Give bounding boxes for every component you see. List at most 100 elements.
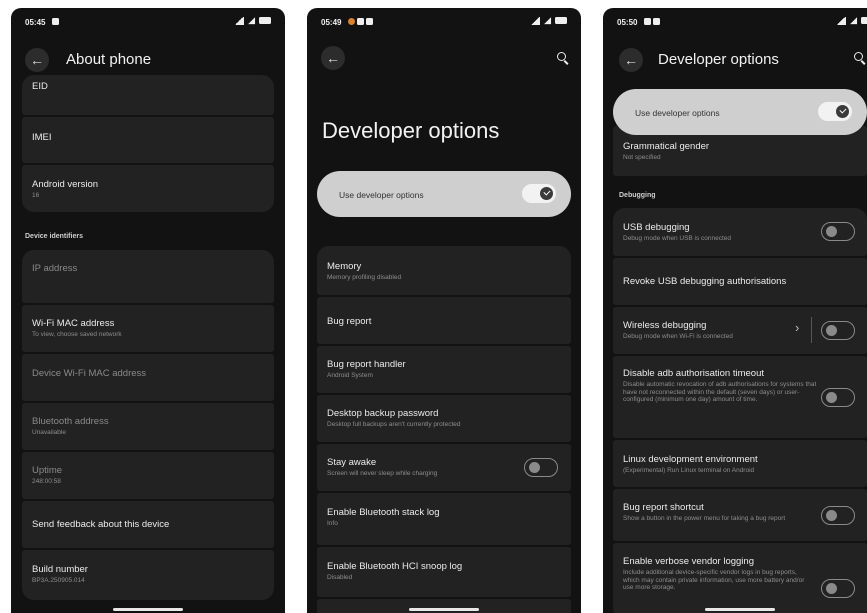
list-item-verbose-vendor-logging[interactable]: Enable verbose vendor logging Include ad… xyxy=(613,543,867,613)
item-title: Memory xyxy=(327,261,362,272)
notification-icon xyxy=(357,18,364,25)
use-developer-options-row[interactable]: Use developer options xyxy=(317,171,571,217)
list-item-uptime[interactable]: Uptime 248:00:58 xyxy=(22,452,274,499)
list-item-bluetooth-stack-log[interactable]: Enable Bluetooth stack log Info xyxy=(317,493,571,545)
home-indicator[interactable] xyxy=(113,608,183,611)
wireless-debugging-toggle-switch[interactable] xyxy=(821,321,855,340)
list-item-send-feedback[interactable]: Send feedback about this device xyxy=(22,501,274,548)
status-time: 05:45 xyxy=(25,18,46,27)
list-item-revoke-usb-authorisations[interactable]: Revoke USB debugging authorisations xyxy=(613,258,867,305)
signal-icon xyxy=(234,16,245,25)
item-title: Send feedback about this device xyxy=(32,519,170,530)
home-indicator[interactable] xyxy=(409,608,479,611)
list-item-usb-debugging[interactable]: USB debugging Debug mode when USB is con… xyxy=(613,208,867,256)
item-title: Wi-Fi MAC address xyxy=(32,318,115,329)
item-subtitle: BP3A.250905.014 xyxy=(32,577,85,584)
item-title: Bug report shortcut xyxy=(623,502,704,513)
back-arrow-icon[interactable]: ← xyxy=(619,48,643,72)
page-title: About phone xyxy=(66,51,152,68)
signal-icon xyxy=(836,16,847,25)
item-subtitle: Android System xyxy=(327,372,373,379)
battery-icon xyxy=(861,17,867,24)
use-developer-options-row[interactable]: Use developer options xyxy=(613,89,867,135)
list-item-linux-development-environment[interactable]: Linux development environment (Experimen… xyxy=(613,440,867,487)
item-subtitle: Not specified xyxy=(623,154,661,161)
stay-awake-toggle-switch[interactable] xyxy=(524,458,558,477)
item-title: Bug report xyxy=(327,316,372,327)
master-switch-label: Use developer options xyxy=(339,190,424,200)
item-subtitle: Disabled xyxy=(327,574,353,581)
list-item-android-version[interactable]: Android version 16 xyxy=(22,165,274,212)
notification-icons xyxy=(644,18,660,25)
item-subtitle: (Experimental) Run Linux terminal on And… xyxy=(623,467,755,474)
x-icon xyxy=(826,392,837,403)
list-item-wireless-debugging[interactable]: Wireless debugging Debug mode when Wi-Fi… xyxy=(613,307,867,354)
item-subtitle: Info xyxy=(327,520,338,527)
status-bar: 05:45 ◢ xyxy=(11,8,285,36)
list-item-desktop-backup-password[interactable]: Desktop backup password Desktop full bac… xyxy=(317,395,571,442)
master-toggle-switch[interactable] xyxy=(818,102,852,121)
item-title: Disable adb authorisation timeout xyxy=(623,368,765,379)
list-item-imei[interactable]: IMEI xyxy=(22,117,274,163)
chevron-right-icon[interactable]: › xyxy=(795,320,799,335)
list-item-memory[interactable]: Memory Memory profiling disabled xyxy=(317,246,571,295)
list-item-device-wifi-mac[interactable]: Device Wi-Fi MAC address xyxy=(22,354,274,401)
list-item-bluetooth-address[interactable]: Bluetooth address Unavailable xyxy=(22,403,274,450)
notification-icon xyxy=(52,18,59,25)
list-item-bug-report-shortcut[interactable]: Bug report shortcut Show a button in the… xyxy=(613,489,867,541)
disable-adb-timeout-toggle-switch[interactable] xyxy=(821,388,855,407)
notification-icon xyxy=(348,18,355,25)
item-title: Device Wi-Fi MAC address xyxy=(32,368,147,379)
notification-icons xyxy=(52,18,59,25)
list-item-build-number[interactable]: Build number BP3A.250905.014 xyxy=(22,550,274,600)
item-subtitle: Include additional device-specific vendo… xyxy=(623,569,805,591)
page-title: Developer options xyxy=(658,51,779,68)
list-item-eid[interactable]: EID xyxy=(22,75,274,115)
divider xyxy=(811,317,812,343)
back-arrow-icon[interactable]: ← xyxy=(321,46,345,70)
notification-icons xyxy=(348,18,373,25)
item-subtitle: 16 xyxy=(32,192,40,199)
item-subtitle: Memory profiling disabled xyxy=(327,274,402,281)
usb-debugging-toggle-switch[interactable] xyxy=(821,222,855,241)
item-subtitle: To view, choose saved network xyxy=(32,331,122,338)
status-bar: 05:50 ◢ xyxy=(603,8,867,36)
item-title: Build number xyxy=(32,564,88,575)
home-indicator[interactable] xyxy=(705,608,775,611)
item-title: Android version xyxy=(32,179,99,190)
section-header-device-identifiers: Device identifiers xyxy=(25,233,83,240)
list-item-bug-report-handler[interactable]: Bug report handler Android System xyxy=(317,346,571,393)
list-item-disable-adb-timeout[interactable]: Disable adb authorisation timeout Disabl… xyxy=(613,356,867,438)
x-icon xyxy=(826,226,837,237)
status-bar: 05:49 ◢ xyxy=(307,8,581,36)
item-title: Enable verbose vendor logging xyxy=(623,556,754,567)
item-title: IP address xyxy=(32,263,78,274)
item-title: Bluetooth address xyxy=(32,416,109,427)
system-icons: ◢ xyxy=(234,16,271,25)
master-switch-label: Use developer options xyxy=(635,108,720,118)
item-subtitle: Disable automatic revocation of adb auth… xyxy=(623,381,817,403)
list-item-wifi-mac[interactable]: Wi-Fi MAC address To view, choose saved … xyxy=(22,305,274,352)
x-icon xyxy=(529,462,540,473)
x-icon xyxy=(826,325,837,336)
notification-icon xyxy=(644,18,651,25)
list-item-bluetooth-hci-snoop-log[interactable]: Enable Bluetooth HCI snoop log Disabled xyxy=(317,547,571,597)
page-title: Developer options xyxy=(322,118,500,143)
master-toggle-switch[interactable] xyxy=(522,184,556,203)
search-icon[interactable] xyxy=(854,52,866,65)
search-icon[interactable] xyxy=(557,52,569,65)
signal-icon xyxy=(530,16,541,25)
check-icon xyxy=(540,187,553,200)
list-item-bug-report[interactable]: Bug report xyxy=(317,297,571,344)
list-item-stay-awake[interactable]: Stay awake Screen will never sleep while… xyxy=(317,444,571,491)
back-arrow-icon[interactable]: ← xyxy=(25,48,49,72)
bug-report-shortcut-toggle-switch[interactable] xyxy=(821,506,855,525)
item-subtitle: 248:00:58 xyxy=(32,478,61,485)
item-title: Revoke USB debugging authorisations xyxy=(623,276,787,287)
verbose-vendor-logging-toggle-switch[interactable] xyxy=(821,579,855,598)
item-title: Enable Bluetooth HCI snoop log xyxy=(327,561,463,572)
item-title: IMEI xyxy=(32,132,52,143)
item-title: Bug report handler xyxy=(327,359,406,370)
item-title: Uptime xyxy=(32,465,63,476)
list-item-ip-address[interactable]: IP address xyxy=(22,250,274,303)
